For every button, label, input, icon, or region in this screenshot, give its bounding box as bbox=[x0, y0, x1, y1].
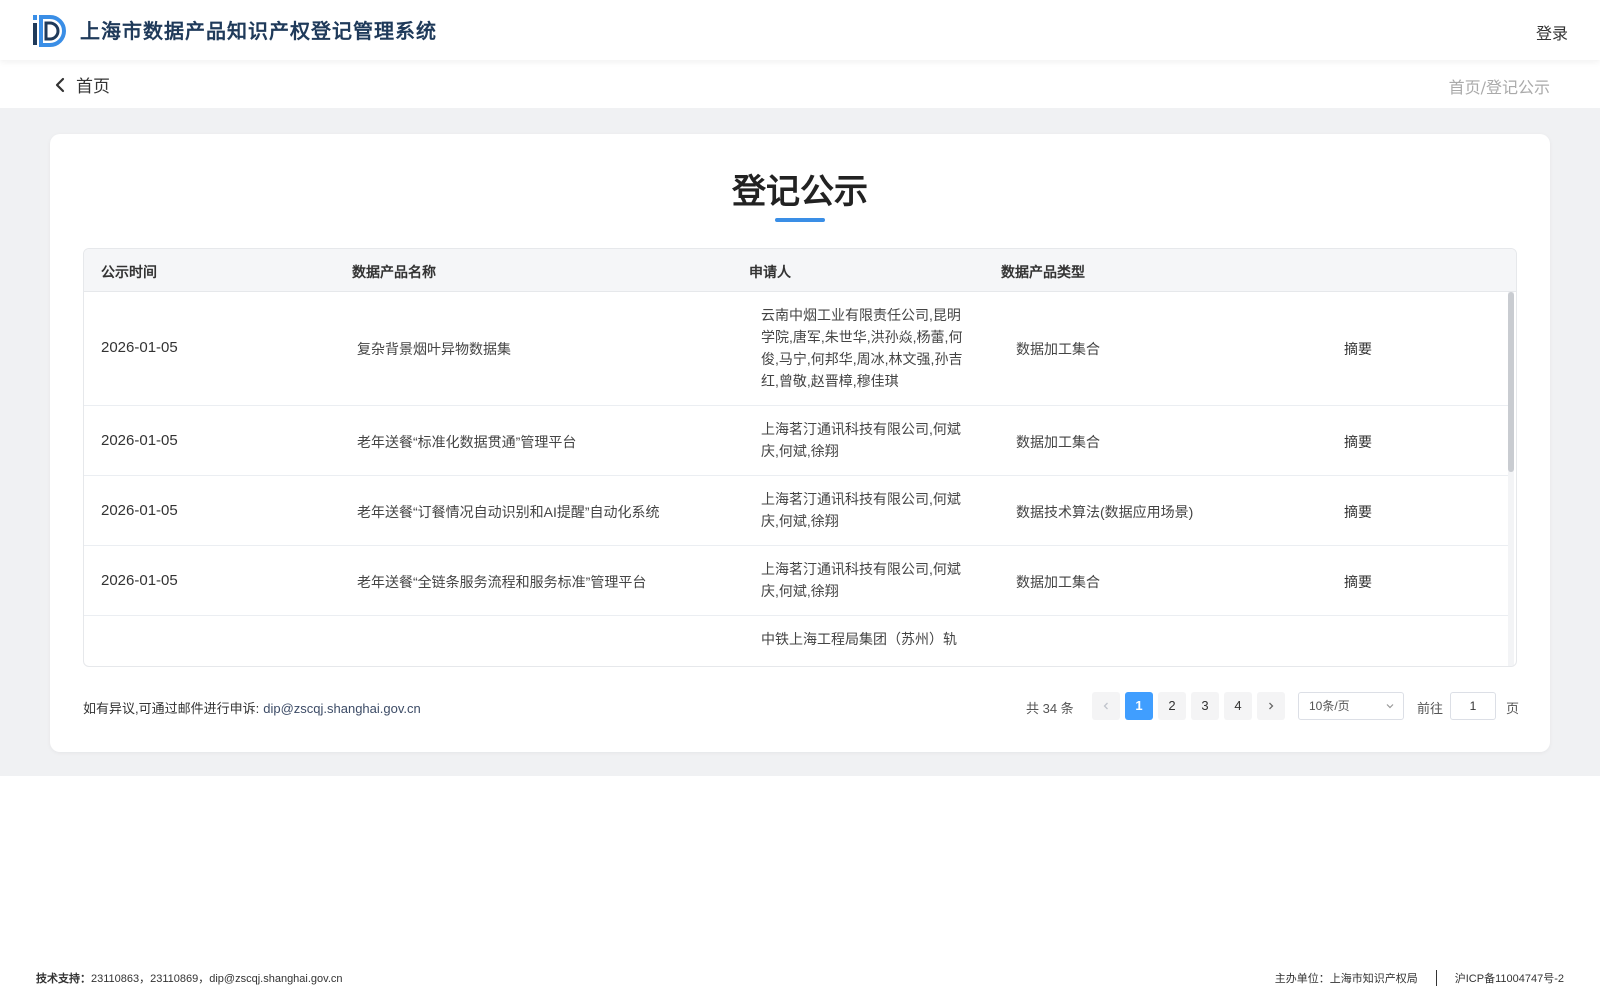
column-header-applicant: 申请人 bbox=[749, 264, 791, 280]
table-row: 2026-01-05 复杂背景烟叶异物数据集 云南中烟工业有限责任公司,昆明 学… bbox=[84, 292, 1508, 406]
row-date: 2026-01-05 bbox=[101, 502, 178, 519]
row-applicant: 中铁上海工程局集团（苏州）轨 bbox=[761, 628, 981, 650]
page-button-3[interactable]: 3 bbox=[1191, 692, 1219, 720]
table-row: 2026-01-05 老年送餐“全链条服务流程和服务标准”管理平台 上海茗汀通讯… bbox=[84, 546, 1508, 616]
chevron-left-icon bbox=[55, 77, 65, 92]
page-button-1[interactable]: 1 bbox=[1125, 692, 1153, 720]
summary-link[interactable]: 摘要 bbox=[1344, 432, 1372, 452]
applicant-line: 中铁上海工程局集团（苏州）轨 bbox=[761, 631, 957, 647]
footer-host-info: 主办单位：上海市知识产权局 沪ICP备11004747号-2 bbox=[1275, 970, 1564, 986]
page-size-value: 10条/页 bbox=[1309, 699, 1350, 713]
applicant-line: 庆,何斌,徐翔 bbox=[761, 443, 839, 459]
icp-number[interactable]: 沪ICP备11004747号-2 bbox=[1455, 970, 1564, 986]
announcement-table: 公示时间 数据产品名称 申请人 数据产品类型 2026-01-05 复杂背景烟叶… bbox=[83, 248, 1517, 667]
row-applicant: 上海茗汀通讯科技有限公司,何斌 庆,何斌,徐翔 bbox=[761, 488, 981, 532]
applicant-line: 上海茗汀通讯科技有限公司,何斌 bbox=[761, 491, 961, 507]
row-product-type: 数据加工集合 bbox=[1016, 574, 1100, 590]
applicant-line: 庆,何斌,徐翔 bbox=[761, 513, 839, 529]
top-header: 上海市数据产品知识产权登记管理系统 登录 bbox=[0, 0, 1600, 60]
column-header-product-type: 数据产品类型 bbox=[1001, 264, 1085, 280]
row-product-type: 数据加工集合 bbox=[1016, 341, 1100, 357]
column-header-date: 公示时间 bbox=[101, 264, 157, 280]
table-row: 2026-01-05 老年送餐“标准化数据贯通”管理平台 上海茗汀通讯科技有限公… bbox=[84, 406, 1508, 476]
app-logo-icon bbox=[33, 15, 66, 47]
page-size-select[interactable]: 10条/页 bbox=[1298, 692, 1404, 720]
chevron-right-icon bbox=[1269, 702, 1274, 710]
applicant-line: 云南中烟工业有限责任公司,昆明 bbox=[761, 307, 961, 323]
tech-support-contacts: 23110863，23110869，dip@zscqj.shanghai.gov… bbox=[91, 973, 343, 985]
row-applicant: 云南中烟工业有限责任公司,昆明 学院,唐军,朱世华,洪孙焱,杨蕾,何 俊,马宁,… bbox=[761, 304, 981, 392]
row-date: 2026-01-05 bbox=[101, 432, 178, 449]
summary-link[interactable]: 摘要 bbox=[1344, 339, 1372, 359]
table-body[interactable]: 2026-01-05 复杂背景烟叶异物数据集 云南中烟工业有限责任公司,昆明 学… bbox=[84, 292, 1508, 666]
table-header: 公示时间 数据产品名称 申请人 数据产品类型 bbox=[84, 249, 1516, 292]
table-scrollbar[interactable] bbox=[1508, 292, 1514, 666]
scrollbar-thumb[interactable] bbox=[1508, 292, 1514, 472]
summary-link[interactable]: 摘要 bbox=[1344, 572, 1372, 592]
pagination: 共 34 条 1 2 3 4 10条/页 前往 1 页 bbox=[50, 692, 1550, 720]
footer-divider bbox=[1435, 970, 1437, 986]
host-organization: 主办单位：上海市知识产权局 bbox=[1274, 973, 1418, 985]
applicant-line: 红,曾敬,赵晋樟,穆佳琪 bbox=[761, 373, 899, 389]
breadcrumb: 首页/登记公示 bbox=[1448, 78, 1550, 97]
applicant-line: 上海茗汀通讯科技有限公司,何斌 bbox=[761, 561, 961, 577]
title-underline bbox=[775, 218, 825, 222]
row-product-name: 复杂背景烟叶异物数据集 bbox=[357, 341, 511, 357]
row-date: 2026-01-05 bbox=[101, 572, 178, 589]
column-header-product-name: 数据产品名称 bbox=[352, 264, 436, 280]
page-title: 登记公示 bbox=[732, 172, 868, 212]
tech-support-label: 技术支持： bbox=[36, 973, 91, 985]
row-product-name: 老年送餐“标准化数据贯通”管理平台 bbox=[357, 434, 577, 450]
row-product-name: 老年送餐“全链条服务流程和服务标准”管理平台 bbox=[357, 574, 647, 590]
page-suffix: 页 bbox=[1506, 701, 1520, 716]
goto-page-input[interactable]: 1 bbox=[1450, 692, 1496, 720]
back-home-label: 首页 bbox=[76, 77, 110, 97]
row-applicant: 上海茗汀通讯科技有限公司,何斌 庆,何斌,徐翔 bbox=[761, 418, 981, 462]
back-home-link[interactable]: 首页 bbox=[50, 72, 110, 97]
chevron-left-icon bbox=[1103, 702, 1108, 710]
login-link[interactable]: 登录 bbox=[1536, 20, 1568, 44]
next-page-button[interactable] bbox=[1257, 692, 1285, 720]
sub-navigation: 首页 首页/登记公示 bbox=[0, 60, 1600, 108]
applicant-line: 庆,何斌,徐翔 bbox=[761, 583, 839, 599]
goto-label: 前往 bbox=[1417, 701, 1444, 716]
applicant-line: 学院,唐军,朱世华,洪孙焱,杨蕾,何 bbox=[761, 329, 963, 345]
chevron-down-icon bbox=[1386, 704, 1394, 709]
row-product-type: 数据加工集合 bbox=[1016, 434, 1100, 450]
row-product-type: 数据技术算法(数据应用场景) bbox=[1016, 504, 1194, 520]
table-row: 2026-01-05 老年送餐“订餐情况自动识别和AI提醒”自动化系统 上海茗汀… bbox=[84, 476, 1508, 546]
table-row: 中铁上海工程局集团（苏州）轨 bbox=[84, 616, 1508, 666]
total-count: 共 34 条 bbox=[1026, 701, 1074, 716]
page-button-2[interactable]: 2 bbox=[1158, 692, 1186, 720]
applicant-line: 俊,马宁,何邦华,周冰,林文强,孙吉 bbox=[761, 351, 963, 367]
row-product-name: 老年送餐“订餐情况自动识别和AI提醒”自动化系统 bbox=[357, 504, 660, 520]
footer-tech-support: 技术支持：23110863，23110869，dip@zscqj.shangha… bbox=[36, 970, 343, 986]
summary-link[interactable]: 摘要 bbox=[1344, 502, 1372, 522]
row-applicant: 上海茗汀通讯科技有限公司,何斌 庆,何斌,徐翔 bbox=[761, 558, 981, 602]
app-title: 上海市数据产品知识产权登记管理系统 bbox=[80, 19, 437, 43]
page-button-4[interactable]: 4 bbox=[1224, 692, 1252, 720]
prev-page-button[interactable] bbox=[1092, 692, 1120, 720]
row-date: 2026-01-05 bbox=[101, 339, 178, 356]
announcement-card: 登记公示 公示时间 数据产品名称 申请人 数据产品类型 2026-01-05 复… bbox=[50, 134, 1550, 752]
applicant-line: 上海茗汀通讯科技有限公司,何斌 bbox=[761, 421, 961, 437]
